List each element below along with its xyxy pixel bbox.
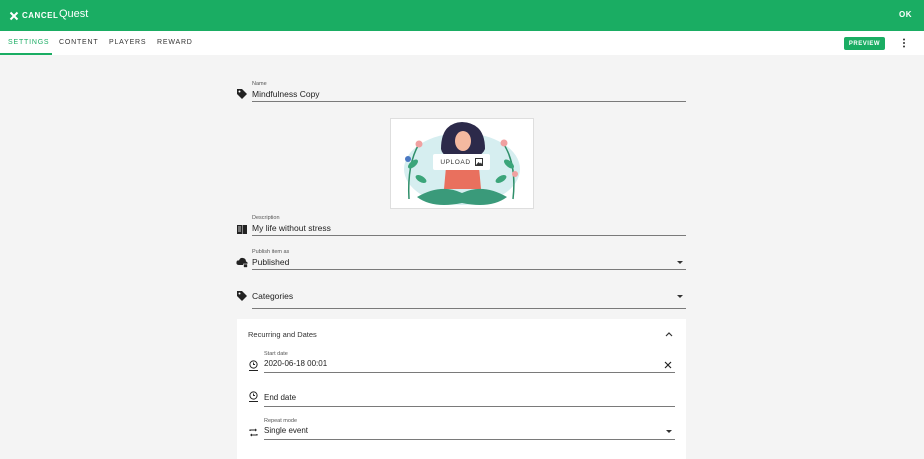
categories-select[interactable]: Categories: [236, 285, 686, 309]
preview-button[interactable]: PREVIEW: [844, 37, 885, 50]
cancel-button[interactable]: CANCEL: [9, 9, 58, 22]
description-field[interactable]: Description My life without stress: [236, 214, 686, 238]
repeat-mode-value[interactable]: Single event: [264, 426, 308, 435]
start-date-label: Start date: [264, 351, 288, 357]
end-date-field[interactable]: End date: [248, 385, 675, 407]
chevron-down-icon[interactable]: [677, 295, 683, 298]
end-date-placeholder[interactable]: End date: [264, 393, 296, 402]
end-date-underline: [264, 406, 675, 407]
upload-button[interactable]: UPLOAD: [433, 154, 490, 170]
start-date-value[interactable]: 2020-06-18 00:01: [264, 359, 327, 368]
clock-end-icon: [249, 391, 258, 402]
chevron-up-icon[interactable]: [665, 331, 673, 337]
start-date-underline: [264, 372, 675, 373]
name-value[interactable]: Mindfulness Copy: [252, 89, 320, 99]
recurring-dates-panel: Recurring and Dates Start date 2020-06-1…: [237, 319, 686, 459]
repeat-mode-underline: [264, 439, 675, 440]
cancel-label: CANCEL: [22, 11, 59, 20]
publish-label: Publish item as: [252, 249, 290, 255]
tab-settings[interactable]: SETTINGS: [8, 39, 49, 46]
description-label: Description: [252, 215, 280, 221]
book-icon: [237, 225, 247, 234]
description-value[interactable]: My life without stress: [252, 223, 331, 233]
panel-title: Recurring and Dates: [248, 330, 317, 339]
name-underline: [252, 101, 686, 102]
tab-players[interactable]: PLAYERS: [109, 39, 146, 46]
categories-underline: [252, 308, 686, 309]
name-field[interactable]: Name Mindfulness Copy: [236, 80, 686, 104]
publish-select[interactable]: Publish item as Published: [236, 248, 686, 272]
repeat-mode-select[interactable]: Repeat mode Single event: [248, 418, 675, 440]
tag-icon: [237, 291, 247, 301]
repeat-mode-label: Repeat mode: [264, 418, 298, 424]
repeat-icon: [249, 428, 258, 437]
app-bar: CANCEL Quest OK: [0, 0, 924, 31]
publish-underline: [252, 269, 686, 270]
image-icon: [474, 158, 483, 166]
tab-bar: SETTINGS CONTENT PLAYERS REWARD PREVIEW: [0, 31, 924, 55]
close-icon: [9, 11, 19, 20]
clear-icon[interactable]: [664, 361, 672, 369]
active-tab-indicator: [0, 53, 52, 55]
description-underline: [252, 235, 686, 236]
chevron-down-icon[interactable]: [677, 261, 683, 264]
more-vert-icon[interactable]: [901, 38, 907, 48]
tag-icon: [237, 89, 247, 99]
tab-content[interactable]: CONTENT: [59, 39, 98, 46]
tab-reward[interactable]: REWARD: [157, 39, 193, 46]
cloud-lock-icon: [236, 257, 248, 268]
name-label: Name: [252, 81, 267, 87]
publish-value[interactable]: Published: [252, 257, 289, 267]
clock-start-icon: [249, 360, 258, 371]
page-title: Quest: [59, 8, 89, 20]
upload-label: UPLOAD: [440, 158, 471, 166]
chevron-down-icon[interactable]: [666, 430, 672, 433]
categories-placeholder[interactable]: Categories: [252, 291, 293, 301]
ok-button[interactable]: OK: [899, 10, 912, 19]
start-date-field[interactable]: Start date 2020-06-18 00:01: [248, 351, 675, 373]
